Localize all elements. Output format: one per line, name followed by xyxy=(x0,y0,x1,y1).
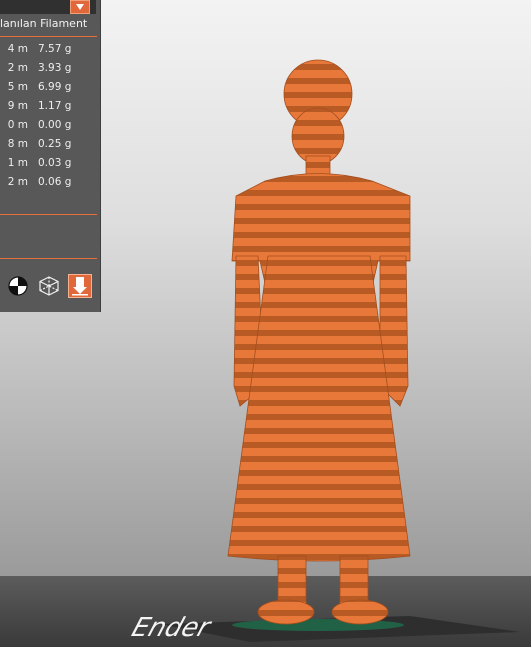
list-item: 2 m 0.06 g xyxy=(0,173,88,192)
filament-length: 2 m xyxy=(7,176,28,188)
list-item: 2 m 3.93 g xyxy=(0,59,88,78)
filament-usage-list: 4 m 7.57 g 2 m 3.93 g 5 m 6.99 g 9 m 1.1… xyxy=(0,40,88,192)
filament-usage-panel: lanılan Filament 4 m 7.57 g 2 m 3.93 g 5… xyxy=(0,0,101,312)
section-divider xyxy=(0,258,97,259)
filament-weight: 7.57 g xyxy=(38,43,72,55)
filament-length: 5 m xyxy=(7,81,28,93)
list-item: 4 m 7.57 g xyxy=(0,40,88,59)
filament-column-header: lanılan Filament xyxy=(0,17,88,30)
filament-weight: 0.03 g xyxy=(38,157,72,169)
filament-length: 9 m xyxy=(7,100,28,112)
list-item: 5 m 6.99 g xyxy=(0,78,88,97)
filament-length: 8 m xyxy=(7,138,28,150)
dropdown-toggle-button[interactable] xyxy=(70,0,90,14)
list-item: 1 m 0.03 g xyxy=(0,154,88,173)
filament-weight: 6.99 g xyxy=(38,81,72,93)
color-scheme-button[interactable] xyxy=(6,274,30,298)
chevron-down-icon xyxy=(76,4,84,10)
filament-length: 4 m xyxy=(7,43,28,55)
wireframe-view-button[interactable] xyxy=(37,274,61,298)
header-divider xyxy=(0,36,97,37)
color-scheme-icon xyxy=(8,276,28,296)
filament-weight: 0.00 g xyxy=(38,119,72,131)
filament-weight: 1.17 g xyxy=(38,100,72,112)
extruder-dropdown[interactable] xyxy=(0,0,96,14)
list-item: 9 m 1.17 g xyxy=(0,97,88,116)
filament-length: 1 m xyxy=(7,157,28,169)
filament-weight: 0.06 g xyxy=(38,176,72,188)
list-item: 0 m 0.00 g xyxy=(0,116,88,135)
view-mode-toolbar xyxy=(6,274,92,298)
filament-weight: 3.93 g xyxy=(38,62,72,74)
layer-slice-icon xyxy=(72,277,88,296)
svg-text:Ender: Ender xyxy=(130,613,216,643)
wireframe-cube-icon xyxy=(39,276,59,296)
filament-weight: 0.25 g xyxy=(38,138,72,150)
filament-length: 2 m xyxy=(7,62,28,74)
list-item: 8 m 0.25 g xyxy=(0,135,88,154)
3d-model-figure[interactable] xyxy=(220,56,420,630)
filament-length: 0 m xyxy=(7,119,28,131)
layer-view-button[interactable] xyxy=(68,274,92,298)
section-divider xyxy=(0,214,97,215)
